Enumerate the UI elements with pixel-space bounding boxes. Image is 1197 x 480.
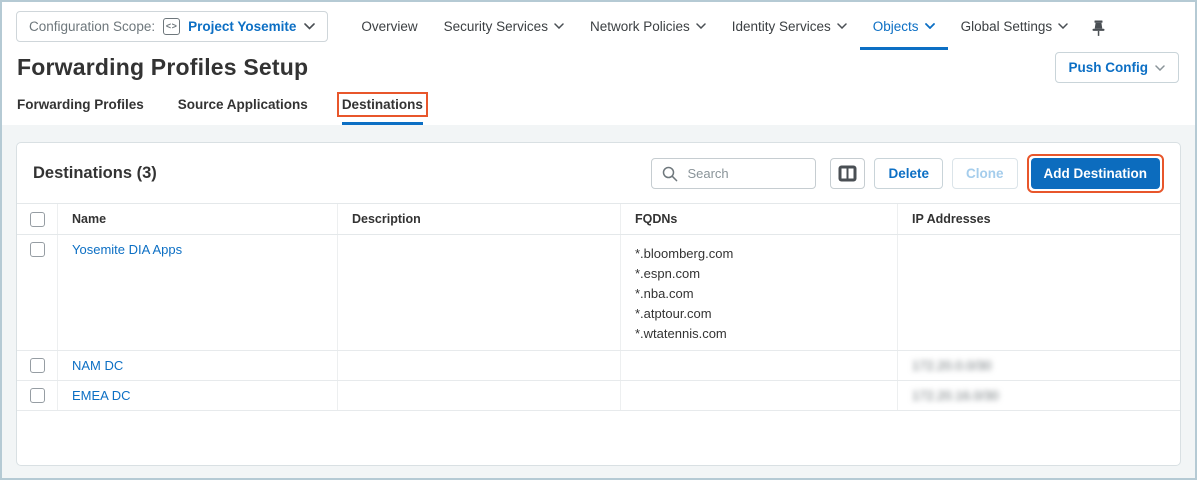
column-settings-button[interactable] [830,158,865,189]
search-input[interactable] [687,166,797,181]
tab-forwarding-profiles[interactable]: Forwarding Profiles [17,95,144,125]
destination-name-link[interactable]: NAM DC [72,358,123,373]
table-row: EMEA DC 172.20.16.0/30 [17,381,1180,411]
configuration-scope-value: Project Yosemite [188,19,296,34]
push-pin-icon [1091,20,1106,36]
nav-item-global-settings[interactable]: Global Settings [948,2,1082,50]
row-checkbox[interactable] [30,388,45,403]
name-cell: Yosemite DIA Apps [58,235,338,350]
fqdn-item: *.nba.com [635,284,733,304]
header-cell-fqdns: FQDNs [621,204,898,234]
chevron-down-icon [837,23,847,29]
annotation-highlight-box: Destinations [342,97,423,112]
header-cell-name: Name [58,204,338,234]
nav-item-identity-services[interactable]: Identity Services [719,2,860,50]
ip-addresses-cell: 172.20.0.0/30 [898,351,1180,380]
columns-icon [838,165,857,182]
page-body: Destinations (3) Delete Clone Add Destin… [2,125,1195,478]
configuration-scope-label: Configuration Scope: [29,19,155,34]
table-row: NAM DC 172.20.0.0/30 [17,351,1180,381]
destinations-panel: Destinations (3) Delete Clone Add Destin… [16,142,1181,466]
fqdns-cell [621,381,898,410]
delete-button[interactable]: Delete [874,158,943,189]
configuration-scope-selector[interactable]: Configuration Scope: <> Project Yosemite [16,11,328,42]
tab-source-applications[interactable]: Source Applications [178,95,308,125]
description-cell [338,351,621,380]
tab-destinations[interactable]: Destinations [342,95,423,125]
name-cell: EMEA DC [58,381,338,410]
nav-label: Objects [873,19,919,34]
row-select-cell [17,235,58,350]
nav-label: Overview [361,19,417,34]
name-cell: NAM DC [58,351,338,380]
destination-name-link[interactable]: Yosemite DIA Apps [72,242,182,257]
description-cell [338,381,621,410]
scope-brackets-icon: <> [163,18,180,35]
nav-label: Network Policies [590,19,690,34]
tab-label: Source Applications [178,97,308,112]
ip-addresses-cell [898,235,1180,350]
table-header-row: Name Description FQDNs IP Addresses [17,203,1180,235]
push-config-button[interactable]: Push Config [1055,52,1180,83]
fqdn-list: *.bloomberg.com *.espn.com *.nba.com *.a… [635,242,733,350]
fqdns-cell [621,351,898,380]
search-icon [662,166,678,182]
tab-label: Forwarding Profiles [17,97,144,112]
main-nav: Overview Security Services Network Polic… [348,2,1081,50]
clone-button[interactable]: Clone [952,158,1018,189]
redacted-ip-address: 172.20.0.0/30 [912,358,992,373]
header-cell-ip-addresses: IP Addresses [898,204,1180,234]
chevron-down-icon [925,23,935,29]
description-cell [338,235,621,350]
page-title: Forwarding Profiles Setup [17,54,308,81]
search-box[interactable] [651,158,816,189]
fqdn-item: *.atptour.com [635,304,733,324]
select-all-checkbox[interactable] [30,212,45,227]
chevron-down-icon [1058,23,1068,29]
chevron-down-icon [696,23,706,29]
nav-item-objects[interactable]: Objects [860,2,948,50]
pin-nav-button[interactable] [1091,17,1106,36]
fqdn-item: *.espn.com [635,264,733,284]
fqdn-item: *.bloomberg.com [635,244,733,264]
page-header: Forwarding Profiles Setup Push Config [2,50,1195,95]
fqdn-item: *.wtatennis.com [635,324,733,344]
row-select-cell [17,351,58,380]
chevron-down-icon [554,23,564,29]
push-config-label: Push Config [1069,60,1149,75]
sub-tabs: Forwarding Profiles Source Applications … [2,95,1195,125]
destination-name-link[interactable]: EMEA DC [72,388,131,403]
redacted-ip-address: 172.20.16.0/30 [912,388,999,403]
chevron-down-icon [1155,65,1165,71]
nav-label: Identity Services [732,19,831,34]
panel-title: Destinations (3) [33,164,157,183]
nav-item-network-policies[interactable]: Network Policies [577,2,719,50]
panel-actions: Delete Clone Add Destination [651,154,1164,193]
add-destination-button[interactable]: Add Destination [1031,158,1161,189]
row-checkbox[interactable] [30,358,45,373]
nav-label: Security Services [444,19,548,34]
nav-label: Global Settings [961,19,1053,34]
top-bar: Configuration Scope: <> Project Yosemite… [2,2,1195,50]
chevron-down-icon [304,23,315,30]
row-select-cell [17,381,58,410]
nav-item-overview[interactable]: Overview [348,2,430,50]
ip-addresses-cell: 172.20.16.0/30 [898,381,1180,410]
annotation-highlight-box: Add Destination [1027,154,1165,193]
row-checkbox[interactable] [30,242,45,257]
app-window: Configuration Scope: <> Project Yosemite… [0,0,1197,480]
fqdns-cell: *.bloomberg.com *.espn.com *.nba.com *.a… [621,235,898,350]
header-cell-description: Description [338,204,621,234]
nav-item-security-services[interactable]: Security Services [431,2,577,50]
header-cell-select [17,204,58,234]
panel-header: Destinations (3) Delete Clone Add Destin… [17,143,1180,203]
table-row: Yosemite DIA Apps *.bloomberg.com *.espn… [17,235,1180,351]
